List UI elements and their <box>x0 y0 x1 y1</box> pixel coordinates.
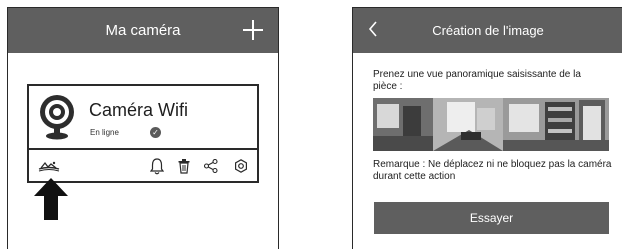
up-arrow-icon <box>34 178 68 220</box>
instruction-text: Prenez une vue panoramique saisissante d… <box>373 69 581 92</box>
try-button[interactable]: Essayer <box>374 202 609 234</box>
settings-icon <box>235 159 247 173</box>
camera-card[interactable]: Caméra Wifi En ligne ✓ <box>27 84 259 150</box>
camera-name: Caméra Wifi <box>89 100 189 120</box>
header-bar: Création de l'image <box>353 8 622 53</box>
share-icon <box>204 159 218 173</box>
page-title: Création de l'image <box>432 23 544 38</box>
notifications-button[interactable] <box>148 156 166 176</box>
camera-list-screen: Ma caméra Caméra Wifi En ligne ✓ <box>7 7 279 249</box>
trash-icon <box>178 158 190 174</box>
camera-avatar-icon <box>40 95 74 140</box>
settings-button[interactable] <box>232 156 250 176</box>
panorama-preview-image <box>373 98 609 151</box>
add-camera-button[interactable] <box>236 12 270 48</box>
header-bar: Ma caméra <box>8 8 278 53</box>
image-creation-screen: Création de l'image Prenez une vue panor… <box>352 7 622 249</box>
remark-text: Remarque : Ne déplacez ni ne bloquez pas… <box>373 159 612 182</box>
panorama-button[interactable] <box>38 156 60 176</box>
check-icon: ✓ <box>150 127 161 138</box>
share-button[interactable] <box>202 156 220 176</box>
panorama-icon <box>38 161 60 172</box>
bell-icon <box>150 157 164 174</box>
camera-status: En ligne <box>90 128 119 137</box>
delete-button[interactable] <box>176 156 192 176</box>
